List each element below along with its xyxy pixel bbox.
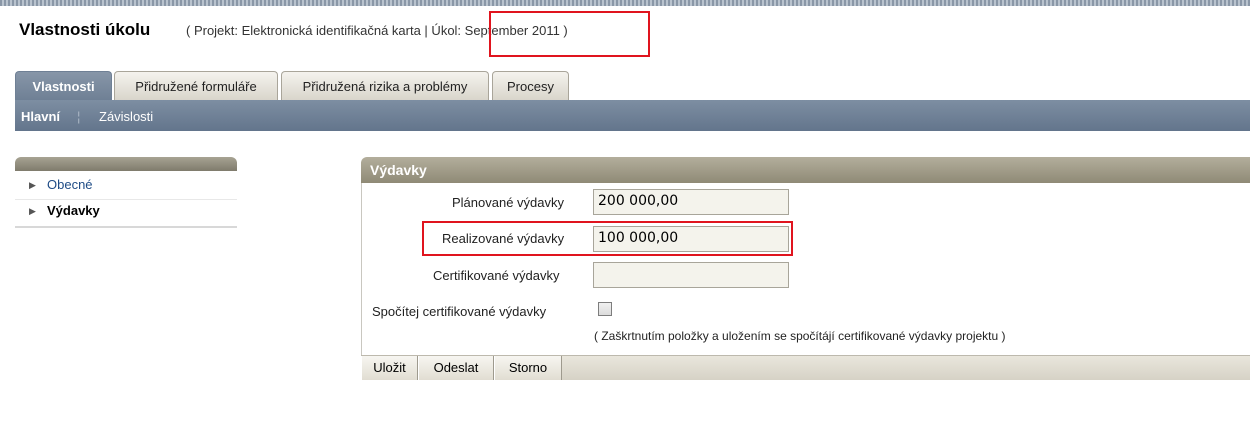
highlight-annotation-task	[489, 11, 650, 57]
tab-related-risks[interactable]: Přidružená rizika a problémy	[281, 71, 489, 100]
top-decorative-bar	[0, 0, 1250, 6]
subnav-dependencies[interactable]: Závislosti	[99, 109, 153, 124]
compute-certified-checkbox[interactable]	[598, 302, 612, 316]
panel-header: Výdavky	[361, 157, 1250, 183]
subnav-separator: ¦	[77, 109, 81, 124]
certified-expenses-label: Certifikované výdavky	[433, 268, 560, 283]
send-button[interactable]: Odeslat	[418, 356, 494, 380]
sidebar-item-general[interactable]: ▶ Obecné	[15, 174, 237, 200]
sidebar-item-expenses[interactable]: ▶ Výdavky	[15, 200, 237, 228]
compute-certified-label: Spočítej certifikované výdavky	[372, 304, 547, 319]
sidebar-header	[15, 157, 237, 171]
page-title: Vlastnosti úkolu	[19, 20, 151, 39]
triangle-right-icon: ▶	[29, 206, 36, 216]
cancel-button[interactable]: Storno	[494, 356, 562, 380]
save-button[interactable]: Uložit	[361, 356, 418, 380]
subnav-main[interactable]: Hlavní	[21, 109, 60, 124]
planned-expenses-field[interactable]: 200 000,00	[593, 189, 789, 215]
planned-expenses-label: Plánované výdavky	[452, 195, 565, 210]
sidebar-item-label: Obecné	[47, 177, 93, 192]
highlight-annotation-realized	[422, 221, 793, 256]
tab-properties[interactable]: Vlastnosti	[15, 71, 112, 100]
panel-title: Výdavky	[370, 162, 427, 178]
triangle-right-icon: ▶	[29, 180, 36, 190]
tab-related-forms[interactable]: Přidružené formuláře	[114, 71, 278, 100]
button-bar: Uložit Odeslat Storno	[361, 355, 1250, 380]
subnav-bar: Hlavní ¦ Závislosti	[15, 100, 1250, 131]
sidebar-item-label: Výdavky	[47, 203, 100, 218]
certified-expenses-field[interactable]	[593, 262, 789, 288]
compute-certified-hint: ( Zaškrtnutím položky a uložením se spoč…	[594, 329, 1006, 343]
tab-processes[interactable]: Procesy	[492, 71, 569, 100]
